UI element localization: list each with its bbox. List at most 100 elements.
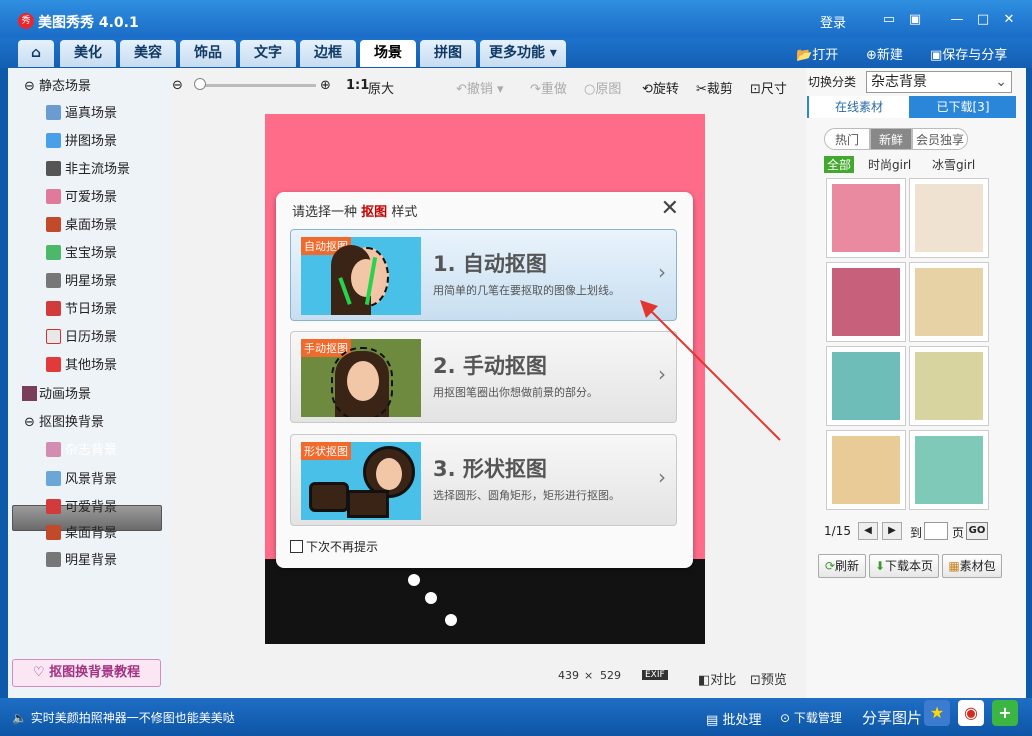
scene-icon — [46, 245, 61, 260]
minimize-icon[interactable]: — — [948, 12, 966, 28]
tutorial-button[interactable]: ♡ 抠图换背景教程 — [12, 659, 161, 687]
resize-button[interactable]: ⊡尺寸 — [750, 78, 787, 97]
rotate-label: 旋转 — [652, 82, 679, 97]
tab-text[interactable]: 文字 — [240, 40, 296, 67]
material-thumb[interactable] — [826, 178, 906, 258]
tab-beautify[interactable]: 美化 — [60, 40, 116, 67]
pill-new[interactable]: 新鲜 — [870, 128, 912, 150]
sidebar-group-cutout[interactable]: ⊖ 抠图换背景 — [24, 412, 104, 434]
scene-icon — [46, 499, 61, 514]
option-auto-cutout[interactable]: 自动抠图 1. 自动抠图 用简单的几笔在要抠取的图像上划线。 › — [290, 229, 677, 321]
sidebar-item-static-8[interactable]: 日历场景 — [46, 327, 117, 349]
open-label: 打开 — [812, 48, 839, 63]
maximize-icon[interactable]: □ — [974, 12, 992, 28]
zoom-slider-track[interactable] — [196, 84, 316, 87]
undo-button[interactable]: ↶撤销 ▾ — [456, 78, 504, 97]
sidebar-item-label: 逼真场景 — [65, 106, 118, 121]
redo-button[interactable]: ↷重做 — [530, 78, 567, 97]
zoom-ratio[interactable]: 1:1 — [346, 78, 369, 93]
sidebar-item-static-5[interactable]: 宝宝场景 — [46, 243, 117, 265]
zoom-out-icon[interactable]: ⊖ — [172, 78, 183, 93]
menu-icon[interactable]: ▣ — [906, 12, 924, 28]
tab-online[interactable]: 在线素材 — [809, 96, 909, 118]
reset-label: 原图 — [595, 82, 622, 97]
star-icon[interactable]: ★ — [924, 700, 950, 726]
original-size-button[interactable]: 原大 — [368, 78, 394, 97]
sidebar-item-cutout-1[interactable]: 风景背景 — [46, 469, 117, 491]
sidebar-item-static-6[interactable]: 明星场景 — [46, 271, 117, 293]
sidebar-item-static-2[interactable]: 非主流场景 — [46, 159, 130, 181]
zoom-in-icon[interactable]: ⊕ — [320, 78, 331, 93]
zoom-slider-handle[interactable] — [194, 78, 206, 90]
crop-button[interactable]: ✂裁剪 — [696, 78, 733, 97]
feedback-icon[interactable]: ▭ — [880, 12, 898, 28]
folder-icon: 📂 — [796, 48, 813, 63]
login-link[interactable]: 登录 — [820, 12, 846, 31]
sidebar-item-static-9[interactable]: 其他场景 — [46, 355, 117, 377]
open-button[interactable]: 📂打开 — [796, 44, 838, 63]
close-icon[interactable]: ✕ — [1000, 12, 1018, 28]
prev-page-button[interactable]: ◀ — [858, 522, 878, 540]
promo-text: 实时美颜拍照神器一不修图也能美美哒 — [30, 711, 235, 725]
sidebar-group-static[interactable]: ⊖ 静态场景 — [24, 76, 91, 98]
filter-ice[interactable]: 冰雪girl — [932, 156, 975, 173]
filter-all[interactable]: 全部 — [824, 156, 855, 173]
new-button[interactable]: ⊕新建 — [866, 44, 903, 63]
checkbox-box[interactable] — [290, 540, 303, 553]
tab-frame[interactable]: 边框 — [300, 40, 356, 67]
sidebar-item-static-4[interactable]: 桌面场景 — [46, 215, 117, 237]
save-share-button[interactable]: ▣保存与分享 — [930, 44, 1007, 63]
tab-scene[interactable]: 场景 — [360, 40, 416, 67]
download-page-button[interactable]: ⬇下载本页 — [869, 554, 939, 578]
compare-button[interactable]: ◧对比 — [698, 669, 736, 688]
sidebar-item-static-3[interactable]: 可爱场景 — [46, 187, 117, 209]
dont-show-again-checkbox[interactable]: 下次不再提示 — [290, 538, 378, 555]
page-input[interactable] — [924, 522, 948, 540]
material-thumb[interactable] — [909, 178, 989, 258]
tab-beauty[interactable]: 美容 — [120, 40, 176, 67]
material-thumb[interactable] — [909, 262, 989, 342]
material-thumb[interactable] — [909, 430, 989, 510]
next-page-button[interactable]: ▶ — [882, 522, 902, 540]
sidebar-item-cutout-0[interactable]: 杂志背景 — [46, 440, 117, 462]
pill-members[interactable]: 会员独享 — [912, 128, 968, 150]
tab-accessories[interactable]: 饰品 — [180, 40, 236, 67]
option-manual-cutout[interactable]: 手动抠图 2. 手动抠图 用抠图笔圈出你想做前景的部分。 › — [290, 331, 677, 423]
download-manager-button[interactable]: ⊙ 下载管理 — [780, 709, 842, 726]
add-share-icon[interactable]: + — [992, 700, 1018, 726]
material-pack-button[interactable]: ▦素材包 — [942, 554, 1002, 578]
go-button[interactable]: GO — [966, 522, 988, 540]
reset-button[interactable]: ○原图 — [584, 78, 621, 97]
sidebar-item-cutout-3[interactable]: 桌面背景 — [46, 523, 117, 545]
option-shape-cutout[interactable]: 形状抠图 3. 形状抠图 选择圆形、圆角矩形，矩形进行抠图。 › — [290, 434, 677, 526]
dialog-close-icon[interactable]: ✕ — [661, 196, 679, 221]
sidebar-group-anim[interactable]: 动画场景 — [22, 384, 91, 406]
sidebar-item-cutout-4[interactable]: 明星背景 — [46, 550, 117, 572]
refresh-button[interactable]: ⟳刷新 — [818, 554, 866, 578]
material-thumb[interactable] — [826, 430, 906, 510]
pill-hot[interactable]: 热门 — [824, 128, 870, 150]
material-thumb[interactable] — [909, 346, 989, 426]
sidebar-item-static-0[interactable]: 逼真场景 — [46, 103, 117, 125]
tab-downloaded[interactable]: 已下载[3] — [911, 96, 1015, 118]
category-select[interactable]: 杂志背景 ⌄ — [866, 71, 1012, 93]
red-arrow — [640, 300, 781, 441]
sidebar-item-static-7[interactable]: 节日场景 — [46, 299, 117, 321]
weibo-icon[interactable]: ◉ — [958, 700, 984, 726]
home-tab[interactable]: ⌂ — [18, 40, 54, 67]
goto-label: 到 — [910, 526, 923, 540]
rotate-button[interactable]: ⟲旋转 — [642, 78, 679, 97]
material-thumb[interactable] — [826, 262, 906, 342]
batch-button[interactable]: ▤ 批处理 — [706, 709, 761, 728]
material-thumb[interactable] — [826, 346, 906, 426]
tab-collage[interactable]: 拼图 — [420, 40, 476, 67]
tab-more[interactable]: 更多功能 ▾ — [480, 40, 566, 67]
promo-link[interactable]: 🔈 实时美颜拍照神器一不修图也能美美哒 — [12, 709, 235, 726]
sidebar-item-cutout-2[interactable]: 可爱背景 — [46, 497, 117, 519]
filter-fashion[interactable]: 时尚girl — [868, 156, 911, 173]
sidebar: ⊖ 静态场景 逼真场景 拼图场景 非主流场景 可爱场景 桌面场景 宝宝场景 明星… — [8, 68, 170, 698]
app-logo-icon: 秀 — [18, 13, 34, 29]
exif-badge[interactable]: EXIF — [642, 670, 668, 680]
preview-button[interactable]: ⊡预览 — [750, 669, 787, 688]
sidebar-item-static-1[interactable]: 拼图场景 — [46, 131, 117, 153]
